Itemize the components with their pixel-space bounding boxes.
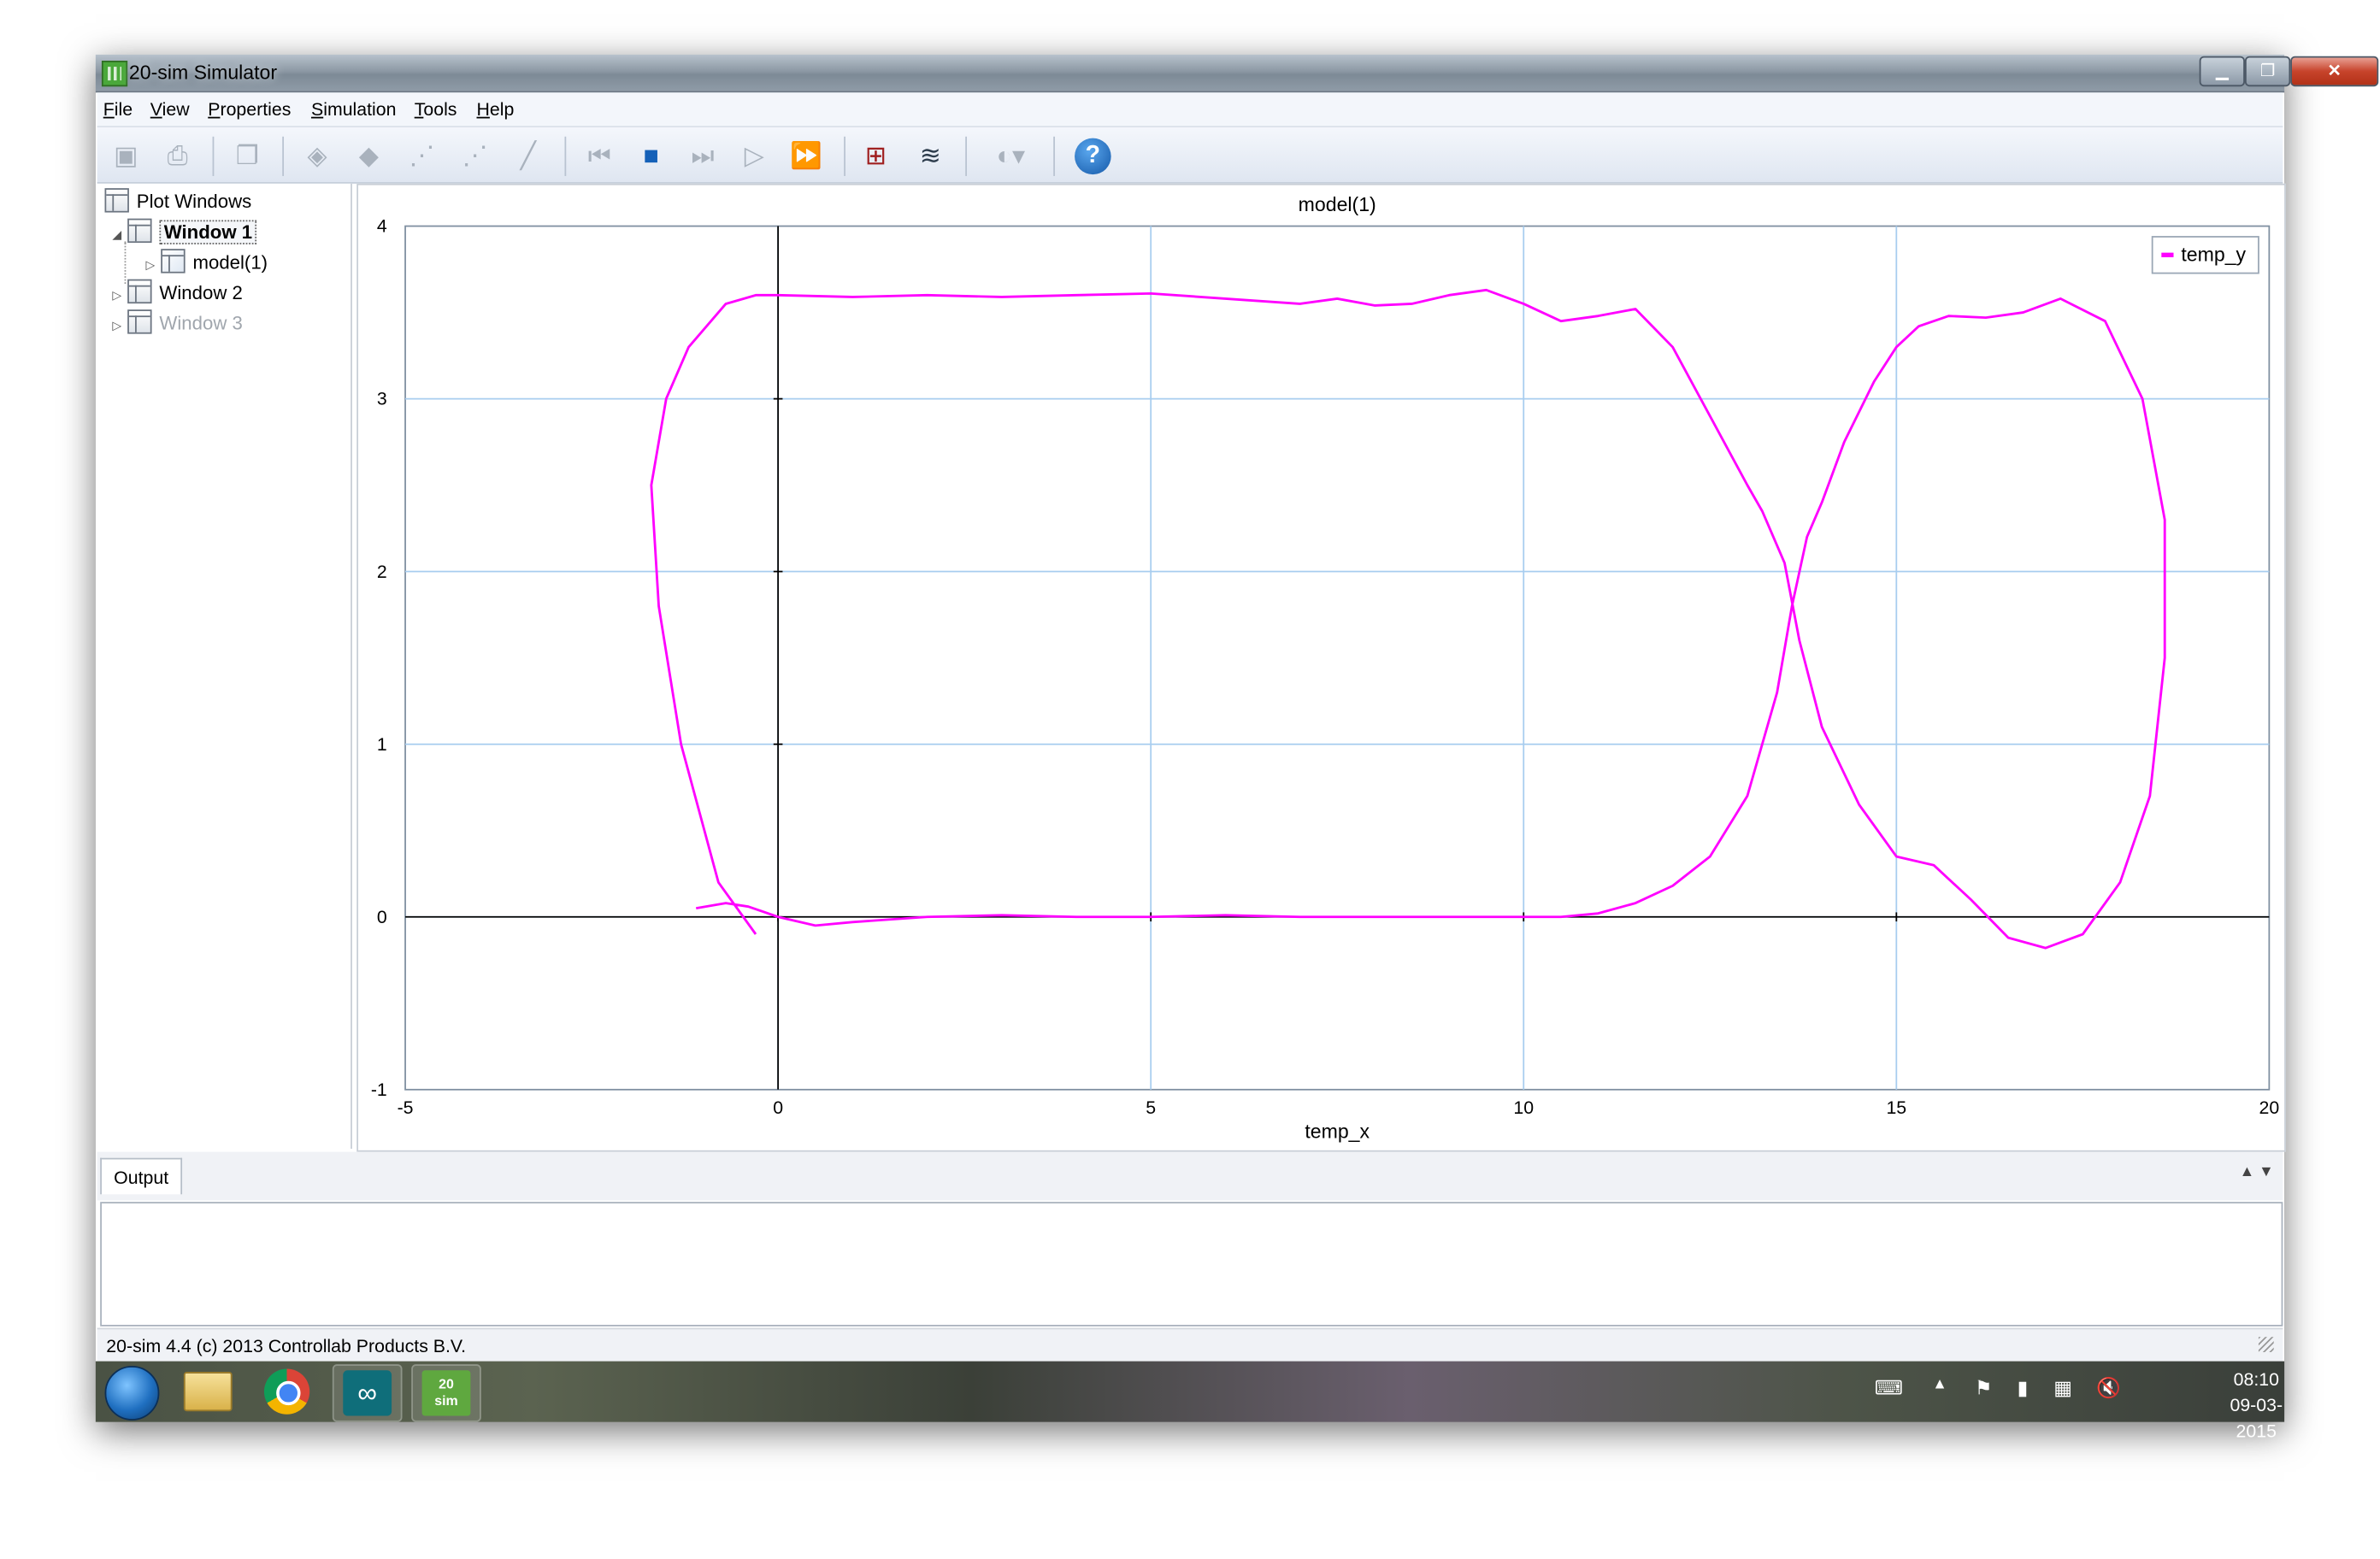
animation-icon[interactable]: ◐▾ <box>984 139 1039 173</box>
minimize-button[interactable]: ▁ <box>2199 56 2245 87</box>
y-tick-label: 1 <box>377 734 387 755</box>
start-orb-icon[interactable] <box>104 1365 160 1421</box>
maximize-button[interactable]: ❐ <box>2244 56 2291 87</box>
arduino-icon[interactable]: ∞ <box>332 1364 403 1422</box>
taskbar: ∞ 20 sim ⌨ ▲ ⚑ ▮ ▦ 🔇 08:10 09-03-2015 <box>95 1361 2285 1442</box>
save-icon[interactable]: ▣ <box>109 139 143 173</box>
plot-windows-icon[interactable]: ≋ <box>914 139 947 173</box>
x-tick-label: 0 <box>773 1097 783 1118</box>
menu-simulation[interactable]: Simulation <box>311 98 397 120</box>
y-tick-label: 2 <box>377 562 387 582</box>
tree-root-plot-windows[interactable]: Plot Windows <box>104 188 251 213</box>
resize-grip-icon[interactable] <box>2258 1337 2274 1352</box>
x-tick-label: 10 <box>1513 1097 1534 1118</box>
x-tick-label: 5 <box>1146 1097 1156 1118</box>
edit-icon[interactable]: ╱ <box>511 139 545 173</box>
show-hidden-icons-icon[interactable]: ▲ <box>1932 1376 1947 1393</box>
scroll-down-icon[interactable]: ▼ <box>2259 1164 2274 1181</box>
output-tabs: Output ▲ ▼ <box>97 1151 2283 1201</box>
run-icon[interactable]: ▷ <box>738 139 771 173</box>
20-sim-icon[interactable]: 20 sim <box>411 1364 481 1422</box>
status-text: 20-sim 4.4 (c) 2013 Controllab Products … <box>106 1335 467 1357</box>
title-bar[interactable]: 20-sim Simulator ▁ ❐ ✕ <box>95 54 2379 93</box>
go-to-start-icon[interactable]: ⏮ <box>583 139 616 173</box>
legend-entry: temp_y <box>2181 243 2246 265</box>
tree-item-model-1[interactable]: ▷ model(1) <box>145 249 268 274</box>
menu-help[interactable]: Help <box>477 98 515 120</box>
fast-forward-icon[interactable]: ⏩ <box>789 139 822 173</box>
tab-output[interactable]: Output <box>100 1157 183 1195</box>
stop-icon[interactable]: ■ <box>634 139 668 173</box>
parameters-icon[interactable]: ◈ <box>301 139 334 173</box>
x-tick-label: -5 <box>398 1097 414 1118</box>
plot-properties-icon[interactable]: ⊞ <box>859 139 892 173</box>
plot-pane: -5 0 5 10 15 20 -1 0 1 2 3 4 model(1) temp_x temp_y <box>356 183 2286 1152</box>
scroll-up-icon[interactable]: ▲ <box>2240 1164 2255 1181</box>
clock-date: 09-03-2015 <box>2230 1394 2283 1442</box>
eraser-icon[interactable]: ◆ <box>352 139 386 173</box>
collapse-arrow-icon[interactable]: ◢ <box>112 227 127 241</box>
x-tick-label: 15 <box>1886 1097 1906 1118</box>
file-explorer-icon[interactable] <box>174 1364 241 1419</box>
close-button[interactable]: ✕ <box>2290 56 2379 87</box>
expand-arrow-icon[interactable]: ▷ <box>112 319 127 332</box>
copy-icon[interactable]: ❐ <box>231 139 264 173</box>
app-icon <box>101 61 128 87</box>
panel-arrows[interactable]: ▲ ▼ <box>2240 1164 2274 1181</box>
clock[interactable]: 08:10 09-03-2015 <box>2228 1368 2284 1445</box>
tree-item-window-3[interactable]: ▷ Window 3 <box>112 309 243 334</box>
help-icon[interactable]: ? <box>1075 138 1111 175</box>
network-icon[interactable]: ▦ <box>2053 1376 2072 1400</box>
chart[interactable]: -5 0 5 10 15 20 -1 0 1 2 3 4 model(1) temp_x temp_y <box>358 185 2284 1150</box>
y-tick-label: 0 <box>377 907 387 927</box>
step-forward-icon[interactable]: ⋰ <box>458 139 492 173</box>
window-icon <box>127 279 152 304</box>
clock-time: 08:10 <box>2233 1368 2279 1391</box>
y-tick-label: 3 <box>377 389 387 409</box>
x-axis-label: temp_x <box>1305 1121 1370 1143</box>
plot-icon <box>161 249 186 274</box>
volume-muted-icon[interactable]: 🔇 <box>2096 1376 2121 1400</box>
y-tick-label: 4 <box>377 216 387 237</box>
status-bar: 20-sim 4.4 (c) 2013 Controllab Products … <box>97 1327 2283 1363</box>
menu-view[interactable]: View <box>150 98 190 120</box>
expand-arrow-icon[interactable]: ▷ <box>112 288 127 302</box>
expand-arrow-icon[interactable]: ▷ <box>145 258 161 272</box>
keyboard-icon[interactable]: ⌨ <box>1875 1376 1903 1400</box>
menu-file[interactable]: File <box>103 98 133 120</box>
window-icon <box>104 188 129 213</box>
x-tick-label: 20 <box>2259 1097 2280 1118</box>
window-icon <box>127 218 152 244</box>
step-back-icon[interactable]: ⋰ <box>405 139 439 173</box>
battery-icon[interactable]: ▮ <box>2018 1376 2029 1400</box>
step-icon[interactable]: ⏭ <box>686 139 720 173</box>
menu-tools[interactable]: Tools <box>415 98 457 120</box>
output-panel[interactable] <box>100 1202 2283 1327</box>
print-icon[interactable]: ⎙ <box>161 139 194 173</box>
window-icon <box>127 309 152 334</box>
chrome-icon[interactable] <box>254 1364 321 1419</box>
menu-bar: File View Properties Simulation Tools He… <box>97 92 2283 128</box>
window-title: 20-sim Simulator <box>128 61 278 84</box>
screen: 20-sim Simulator ▁ ❐ ✕ File View Propert… <box>0 0 2380 1557</box>
y-tick-label: -1 <box>371 1080 387 1100</box>
tree-item-window-1[interactable]: ◢ Window 1 <box>112 218 257 244</box>
tree-item-window-2[interactable]: ▷ Window 2 <box>112 279 243 304</box>
chart-title: model(1) <box>1299 193 1376 215</box>
toolbar: ▣ ⎙ ❐ ◈ ◆ ⋰ ⋰ ╱ ⏮ ■ ⏭ ▷ ⏩ ⊞ ≋ ◐▾ ? <box>97 127 2283 184</box>
action-center-flag-icon[interactable]: ⚑ <box>1975 1376 1993 1400</box>
plot-windows-tree: Plot Windows ◢ Window 1 ▷ model(1) ▷ Window… <box>97 183 352 1150</box>
menu-properties[interactable]: Properties <box>208 98 291 120</box>
